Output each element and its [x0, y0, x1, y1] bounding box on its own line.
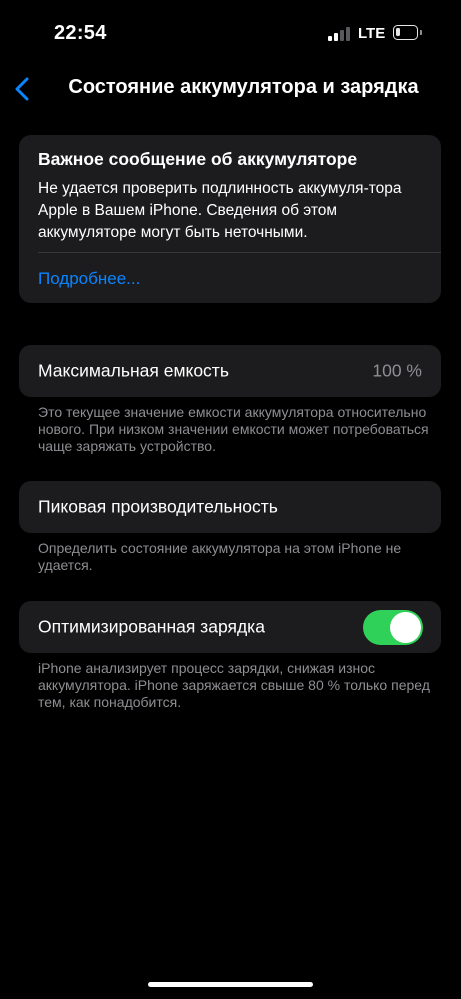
divider [38, 252, 441, 253]
max-capacity-label: Максимальная емкость [38, 360, 229, 381]
optimized-charging-toggle[interactable] [363, 610, 423, 645]
signal-icon [328, 27, 350, 41]
battery-message-text: Не удается проверить подлинность аккумул… [38, 180, 402, 241]
battery-tip [420, 30, 422, 35]
battery-message-title: Важное сообщение об аккумуляторе [38, 149, 358, 169]
peak-performance-footnote: Определить состояние аккумулятора на это… [38, 540, 402, 573]
battery-health-screen: 22:54 LTE Состояние аккумулятора и заряд… [0, 0, 461, 999]
learn-more-link[interactable]: Подробнее... [38, 269, 140, 289]
optimized-charging-row: Оптимизированная зарядка [19, 601, 441, 653]
page-title: Состояние аккумулятора и зарядка [68, 76, 419, 98]
battery-icon [393, 25, 418, 40]
network-type: LTE [358, 25, 386, 42]
max-capacity-footnote: Это текущее значение емкости аккумулятор… [38, 404, 429, 454]
status-time: 22:54 [54, 22, 107, 44]
max-capacity-value: 100 % [372, 360, 422, 381]
toggle-knob [390, 612, 421, 643]
peak-performance-row: Пиковая производительность [19, 481, 441, 533]
optimized-charging-label: Оптимизированная зарядка [38, 616, 265, 637]
max-capacity-row: Максимальная емкость 100 % [19, 345, 441, 397]
status-bar: 22:54 LTE [0, 0, 461, 70]
peak-performance-label: Пиковая производительность [38, 496, 278, 517]
optimized-charging-footnote: iPhone анализирует процесс зарядки, сниж… [38, 660, 430, 710]
battery-message-card: Важное сообщение об аккумуляторе Не удае… [19, 135, 441, 303]
home-indicator[interactable] [148, 982, 313, 987]
